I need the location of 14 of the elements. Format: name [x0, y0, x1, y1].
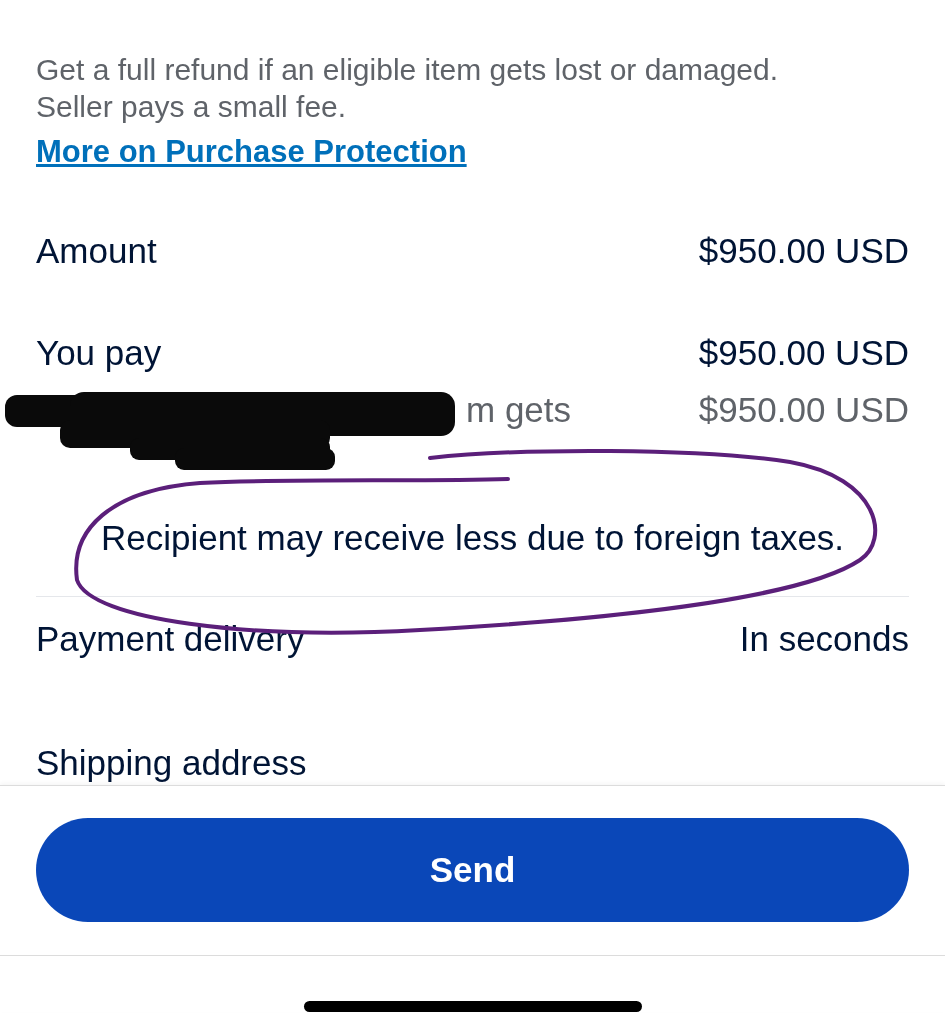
send-button[interactable]: Send: [36, 818, 909, 922]
summary-value: $950.00 USD: [698, 231, 909, 271]
foreign-taxes-note: Recipient may receive less due to foreign taxes.: [99, 518, 846, 558]
summary-label: You pay: [36, 333, 162, 373]
summary-value: $950.00 USD: [698, 333, 909, 373]
home-indicator[interactable]: [303, 1001, 642, 1012]
summary-label: m gets: [465, 390, 572, 430]
summary-label: Amount: [36, 231, 157, 271]
purchase-protection-link[interactable]: More on Purchase Protection: [36, 135, 467, 169]
summary-value: $950.00 USD: [698, 390, 909, 430]
delivery-value: In seconds: [739, 619, 909, 659]
shipping-label: Shipping address: [36, 743, 307, 782]
delivery-label: Payment delivery: [36, 619, 305, 659]
protection-description: Get a full refund if an eligible item gets lost or damaged. Seller pays a small fee.: [36, 52, 780, 125]
